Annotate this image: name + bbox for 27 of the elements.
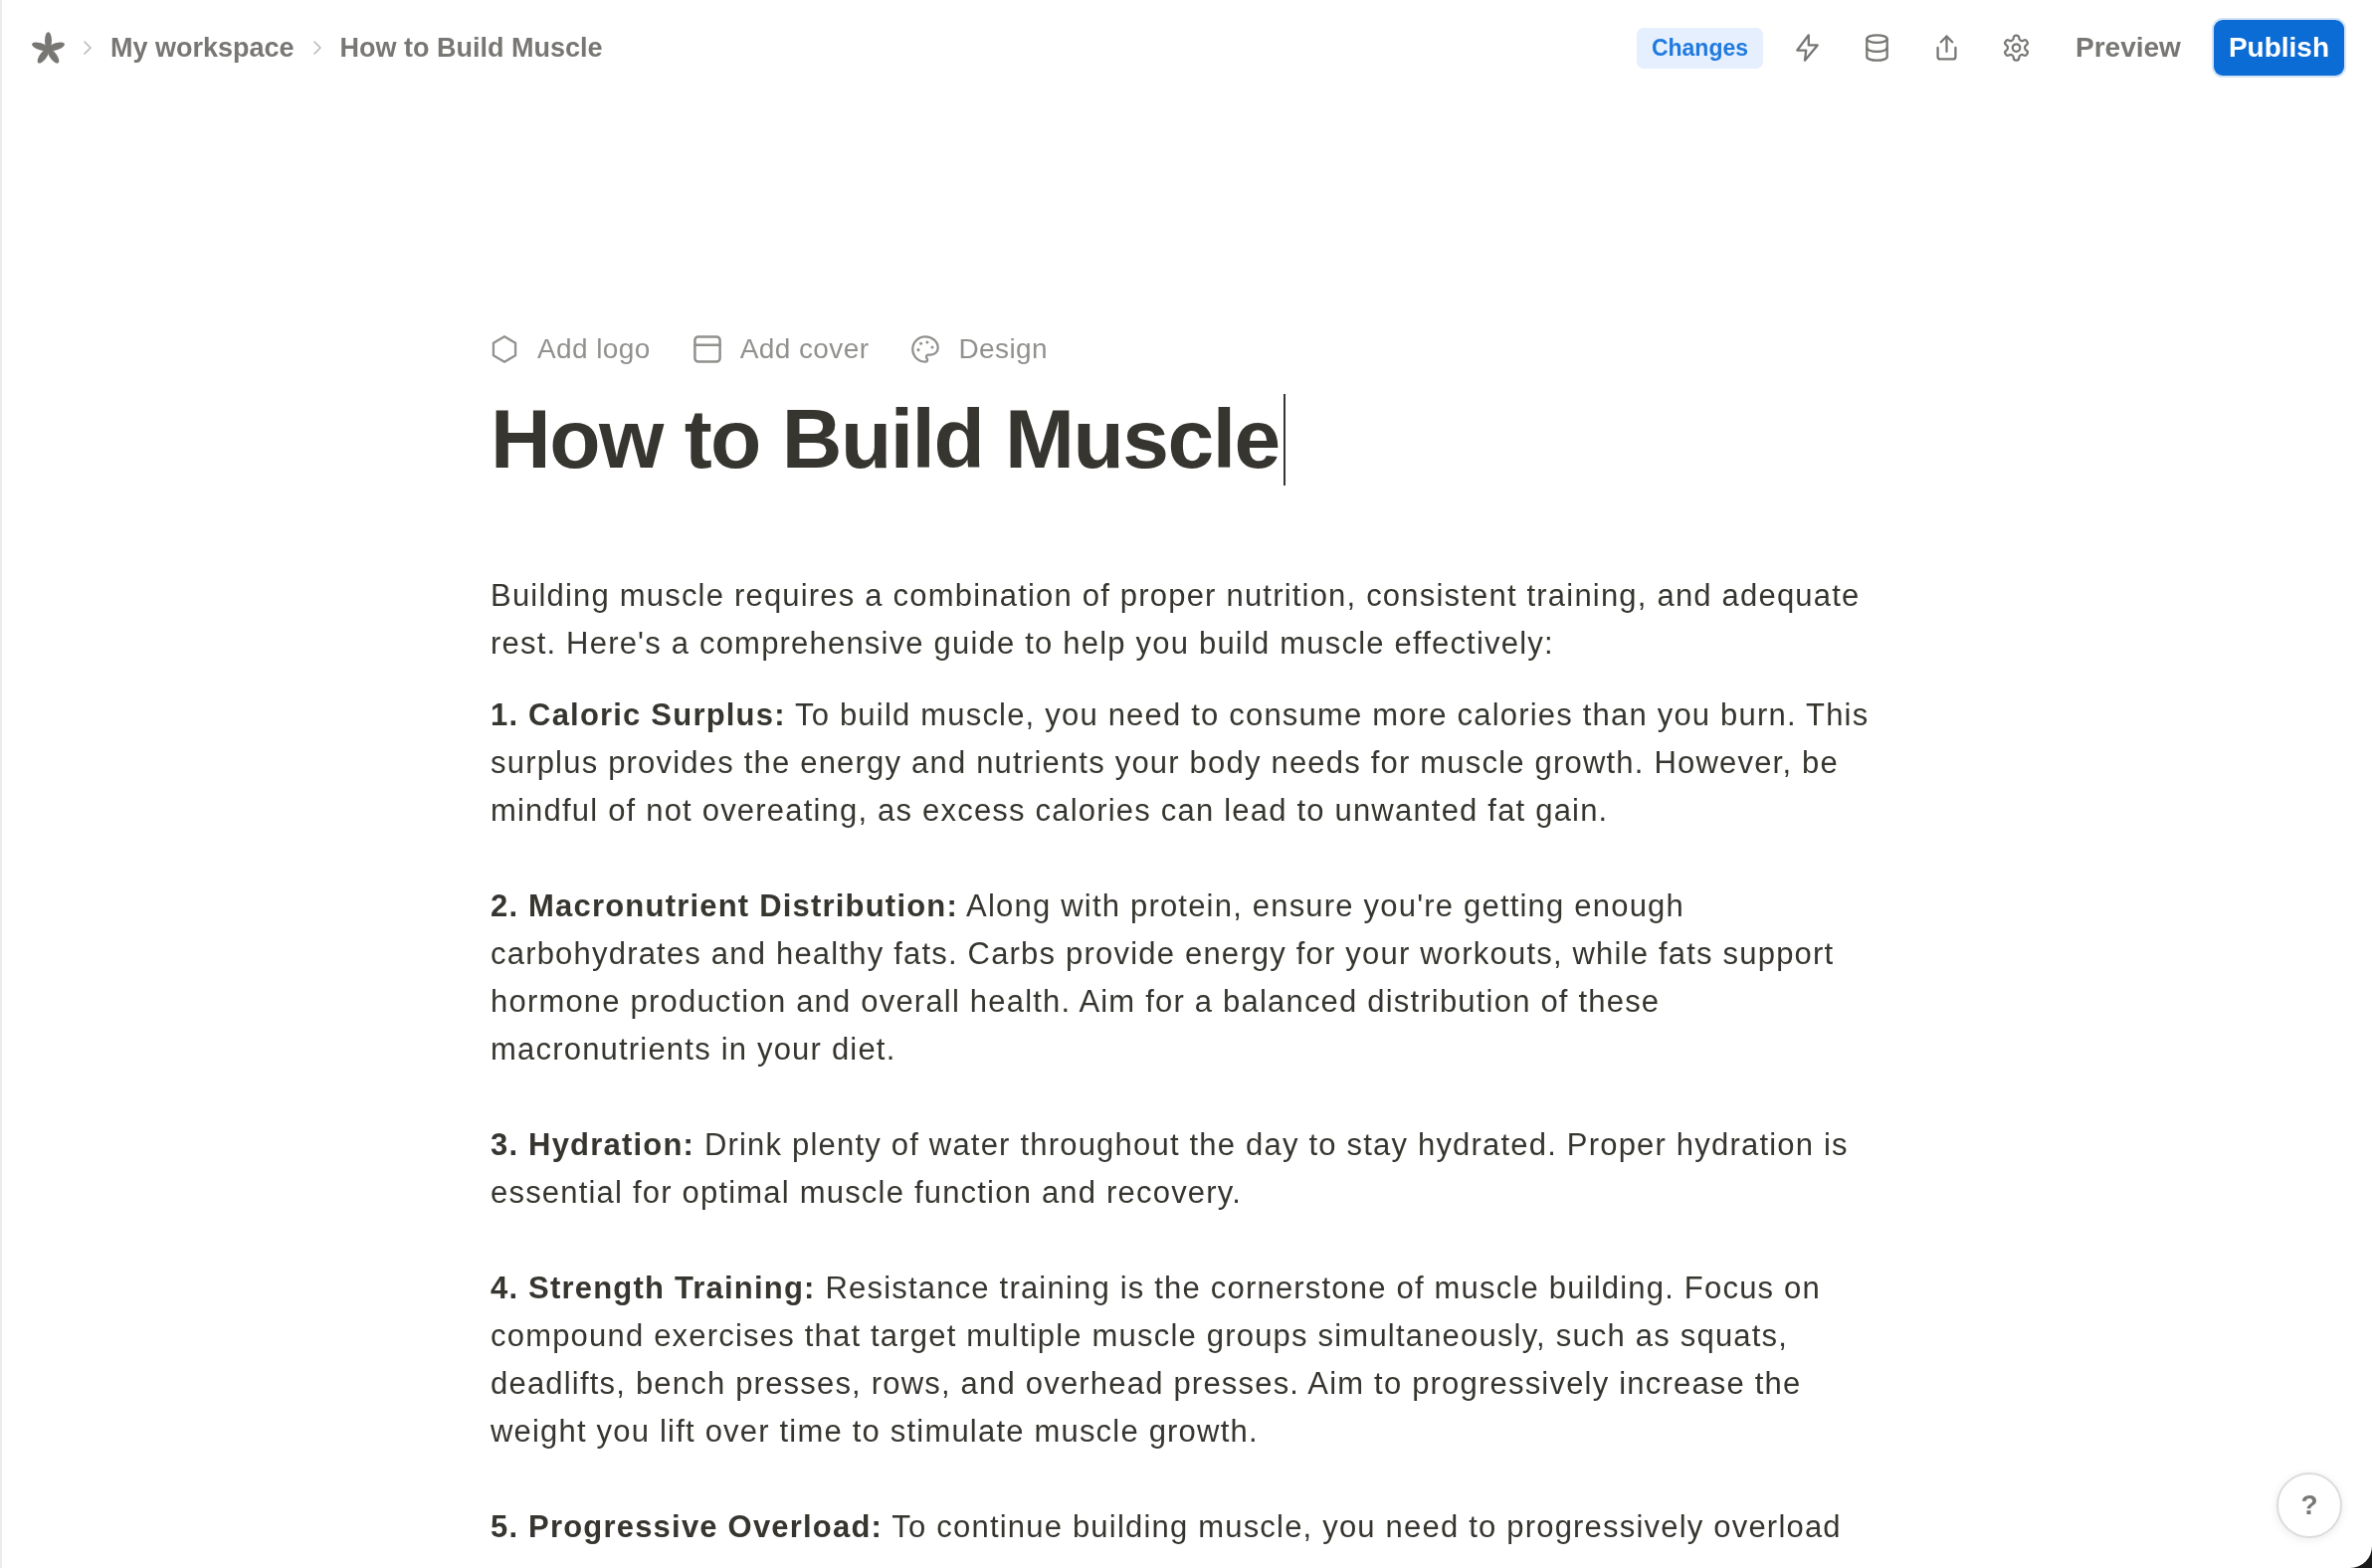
help-button[interactable]: ? (2276, 1472, 2342, 1538)
breadcrumb-link[interactable]: My workspace (110, 32, 295, 64)
database-icon[interactable] (1864, 34, 1890, 62)
layout-icon (692, 335, 721, 363)
chevron-right-icon (83, 40, 93, 56)
lightning-icon[interactable] (1794, 34, 1821, 62)
text-cursor-icon (1283, 393, 1285, 486)
share-icon[interactable] (1933, 34, 1960, 62)
page-title[interactable]: How to Build Muscle (491, 389, 1280, 490)
breadcrumb-link[interactable]: How to Build Muscle (339, 32, 603, 64)
body-paragraph: 4. Strength Training: Resistance training is the cornerstone of muscle building. Focus on compound exercises that target multiple muscle groups simultaneously, such as squats, deadlifts, bench presses, rows, and overhead presses. Aim to progressively increase the weight you lift over time to stimulate muscle growth. (491, 1270, 1822, 1451)
design-button[interactable]: Design (911, 333, 1048, 365)
body-paragraph: 5. Progressive Overload: To continue building muscle, you need to progressively overload (491, 1508, 1843, 1546)
chevron-right-icon (311, 40, 322, 56)
publish-button[interactable]: Publish (2213, 20, 2344, 76)
asterisk-logo-icon[interactable] (32, 32, 65, 64)
hexagon-icon (491, 335, 518, 363)
palette-icon (911, 335, 940, 363)
body-paragraph: Building muscle requires a combination of proper nutrition, consistent training, and adequate rest. Here's a comprehensive guide to help you build muscle effectively: (491, 577, 1862, 663)
settings-icon[interactable] (2003, 34, 2030, 62)
body-paragraph: 2. Macronutrient Distribution: Along with protein, ensure you're getting enough carbohydrates and healthy fats. Carbs provide energy for your workouts, while fats support hormone production and overall health. Aim for a balanced distribution of these macronutrients in your diet. (491, 887, 1836, 1069)
preview-button[interactable]: Preview (2064, 26, 2193, 70)
body-paragraph: 3. Hydration: Drink plenty of water throughout the day to stay hydrated. Proper hydration is essential for optimal muscle function and recovery. (491, 1126, 1850, 1212)
add-logo-button[interactable]: Add logo (491, 333, 651, 365)
body-paragraph: 1. Caloric Surplus: To build muscle, you need to consume more calories than you burn. This surplus provides the energy and nutrients your body needs for muscle growth. However, be mindful of not overeating, as excess calories can lead to unwanted fat gain. (491, 696, 1871, 830)
changes-button[interactable]: Changes (1636, 27, 1763, 69)
add-cover-button[interactable]: Add cover (692, 333, 870, 365)
